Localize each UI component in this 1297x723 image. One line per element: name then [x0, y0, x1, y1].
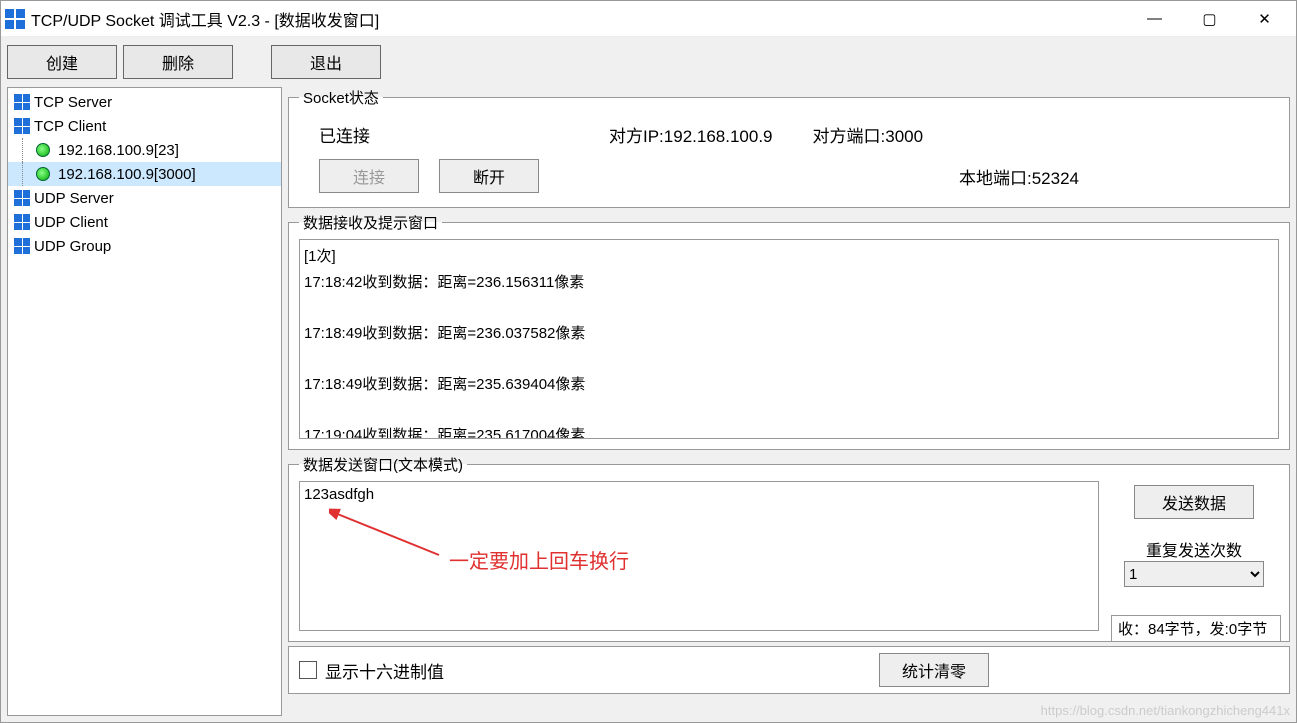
- window-title: TCP/UDP Socket 调试工具 V2.3 - [数据收发窗口]: [31, 7, 1127, 31]
- tree-udp-client[interactable]: UDP Client: [8, 210, 281, 234]
- status-dot-icon: [36, 143, 50, 157]
- peer-ip: 对方IP:192.168.100.9: [609, 122, 773, 147]
- connect-button[interactable]: 连接: [319, 159, 419, 193]
- toolbar: 创建 删除 退出: [1, 37, 1296, 87]
- minimize-button[interactable]: —: [1127, 3, 1182, 35]
- hex-checkbox[interactable]: 显示十六进制值: [299, 658, 444, 683]
- connection-tree[interactable]: TCP Server TCP Client 192.168.100.9[23] …: [7, 87, 282, 716]
- send-button[interactable]: 发送数据: [1134, 485, 1254, 519]
- disconnect-button[interactable]: 断开: [439, 159, 539, 193]
- tree-tcp-client[interactable]: TCP Client: [8, 114, 281, 138]
- tree-client-1[interactable]: 192.168.100.9[23]: [8, 138, 281, 162]
- stats-bar: 收：84字节，发:0字节: [1111, 615, 1281, 642]
- recv-textarea[interactable]: [1次] 17:18:42收到数据：距离=236.156311像素 17:18:…: [299, 239, 1279, 439]
- connection-status: 已连接: [319, 122, 569, 147]
- app-icon: [5, 9, 25, 29]
- recv-group: 数据接收及提示窗口 [1次] 17:18:42收到数据：距离=236.15631…: [288, 212, 1290, 450]
- socket-status-legend: Socket状态: [299, 87, 383, 108]
- local-port: 本地端口:52324: [959, 164, 1079, 189]
- create-button[interactable]: 创建: [7, 45, 117, 79]
- send-textarea[interactable]: [299, 481, 1099, 631]
- peer-port: 对方端口:3000: [813, 122, 924, 147]
- tree-udp-group[interactable]: UDP Group: [8, 234, 281, 258]
- tree-tcp-server[interactable]: TCP Server: [8, 90, 281, 114]
- titlebar: TCP/UDP Socket 调试工具 V2.3 - [数据收发窗口] — ▢ …: [1, 1, 1296, 37]
- close-button[interactable]: ✕: [1237, 3, 1292, 35]
- send-group: 数据发送窗口(文本模式) 发送数据 重复发送次数 1 收：84字节，发:0字节: [288, 454, 1290, 642]
- recv-legend: 数据接收及提示窗口: [299, 212, 442, 233]
- repeat-select[interactable]: 1: [1124, 561, 1264, 587]
- maximize-button[interactable]: ▢: [1182, 3, 1237, 35]
- send-legend: 数据发送窗口(文本模式): [299, 454, 467, 475]
- bottom-bar: 显示十六进制值 统计清零: [288, 646, 1290, 694]
- delete-button[interactable]: 删除: [123, 45, 233, 79]
- clear-stats-button[interactable]: 统计清零: [879, 653, 989, 687]
- repeat-label: 重复发送次数: [1124, 537, 1264, 561]
- exit-button[interactable]: 退出: [271, 45, 381, 79]
- tree-client-2[interactable]: 192.168.100.9[3000]: [8, 162, 281, 186]
- tree-udp-server[interactable]: UDP Server: [8, 186, 281, 210]
- status-dot-icon: [36, 167, 50, 181]
- socket-status-group: Socket状态 已连接 对方IP:192.168.100.9 对方端口:300…: [288, 87, 1290, 208]
